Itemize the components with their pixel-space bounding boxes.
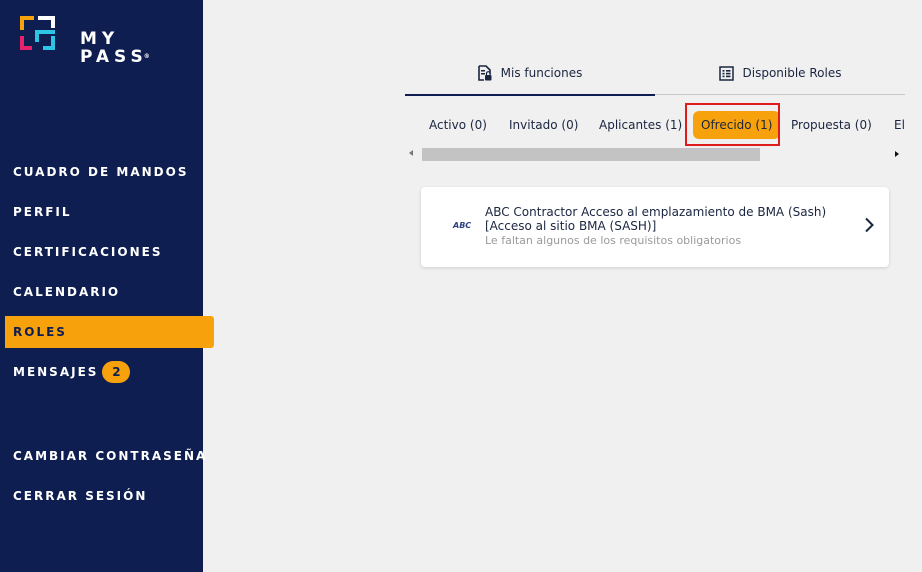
- logo-mark-icon: [20, 16, 55, 50]
- nav-certifications[interactable]: CERTIFICACIONES: [5, 236, 214, 268]
- tab-available-roles[interactable]: Disponible Roles: [655, 52, 905, 95]
- tab-label: Mis funciones: [500, 66, 583, 80]
- nav-label: CALENDARIO: [13, 285, 121, 299]
- nav-label: PERFIL: [13, 205, 72, 219]
- logo-line1: MY: [80, 29, 120, 49]
- status-tabs: Activo (0) Invitado (0) Aplicantes (1) O…: [405, 108, 905, 144]
- status-tab-invited[interactable]: Invitado (0): [509, 111, 578, 139]
- nav-label: CERRAR SESIÓN: [13, 489, 148, 503]
- nav-change-password[interactable]: CAMBIAR CONTRASEÑA: [5, 440, 214, 472]
- role-card[interactable]: ABC ABC Contractor Acceso al emplazamien…: [421, 187, 889, 267]
- list-icon: [718, 65, 734, 81]
- messages-count-badge: 2: [102, 360, 131, 383]
- company-logo: ABC: [453, 221, 472, 230]
- chevron-right-icon[interactable]: [863, 217, 875, 233]
- tabs-scrollbar-thumb[interactable]: [422, 148, 760, 161]
- nav-profile[interactable]: PERFIL: [5, 196, 214, 228]
- nav-dashboard[interactable]: CUADRO DE MANDOS: [5, 156, 214, 188]
- scroll-right-arrow-icon[interactable]: [895, 151, 899, 157]
- tab-label: Disponible Roles: [742, 66, 842, 80]
- mypass-logo[interactable]: MY PASS®: [18, 16, 168, 66]
- nav-logout[interactable]: CERRAR SESIÓN: [5, 480, 214, 512]
- status-tab-applicants[interactable]: Aplicantes (1): [599, 111, 682, 139]
- nav-label: CERTIFICACIONES: [13, 245, 163, 259]
- role-tabs: Mis funciones Disponible Roles: [405, 52, 905, 96]
- logo-text: MY PASS®: [80, 30, 150, 66]
- tab-my-functions[interactable]: Mis funciones: [405, 52, 655, 96]
- document-lock-icon: [477, 65, 492, 81]
- offered-tab-highlight: [685, 103, 780, 146]
- role-status-text: Le faltan algunos de los requisitos obli…: [485, 234, 742, 247]
- logo-line2: PASS: [80, 47, 148, 67]
- status-tab-active[interactable]: Activo (0): [429, 111, 487, 139]
- role-title: ABC Contractor Acceso al emplazamiento d…: [485, 205, 827, 233]
- nav-label: MENSAJES: [13, 365, 99, 379]
- status-tab-proposed[interactable]: Propuesta (0): [791, 111, 872, 139]
- nav-label: ROLES: [13, 325, 67, 339]
- sidebar: MY PASS® CUADRO DE MANDOS PERFIL CERTIFI…: [0, 0, 214, 572]
- status-tab-more[interactable]: El: [894, 111, 905, 139]
- nav-calendar[interactable]: CALENDARIO: [5, 276, 214, 308]
- nav-label: CUADRO DE MANDOS: [13, 165, 189, 179]
- logo-reg: ®: [143, 53, 150, 60]
- scroll-left-arrow-icon[interactable]: [409, 150, 413, 156]
- nav-messages[interactable]: MENSAJES 2: [5, 356, 214, 388]
- nav-label: CAMBIAR CONTRASEÑA: [13, 449, 208, 463]
- nav-roles[interactable]: ROLES: [5, 316, 214, 348]
